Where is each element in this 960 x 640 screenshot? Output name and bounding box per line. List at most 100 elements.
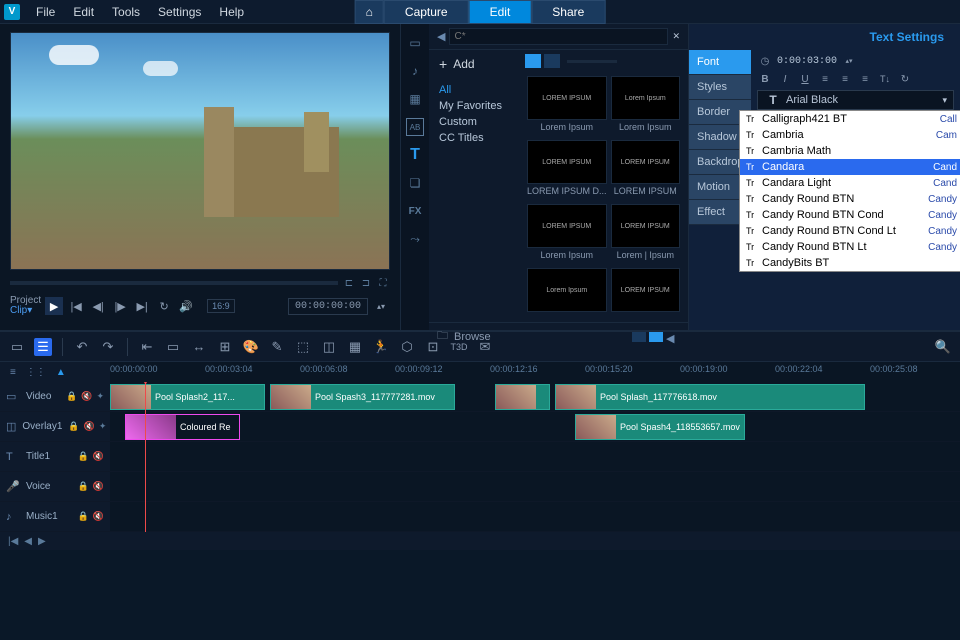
- preview-seekbar[interactable]: ⊏ ⊐ ⛶: [10, 276, 390, 290]
- nav-left-icon[interactable]: ◀: [24, 536, 32, 547]
- goto-start-button[interactable]: |◀: [67, 297, 85, 315]
- tool-6[interactable]: ✎: [268, 338, 286, 356]
- font-option[interactable]: TrCandy Round BTNCandy: [740, 191, 960, 207]
- align-center-icon[interactable]: ≡: [837, 72, 853, 86]
- filter-custom[interactable]: Custom: [439, 114, 509, 130]
- expand-icon[interactable]: ⛶: [376, 276, 390, 290]
- footer-btn-2[interactable]: [649, 332, 663, 342]
- playhead[interactable]: [145, 382, 146, 532]
- font-option[interactable]: TrCandy Round BTN CondCandy: [740, 207, 960, 223]
- underline-button[interactable]: U: [797, 72, 813, 86]
- 3d-tool[interactable]: T3D: [450, 338, 468, 356]
- volume-button[interactable]: 🔊: [177, 297, 195, 315]
- align-right-icon[interactable]: ≡: [857, 72, 873, 86]
- menu-file[interactable]: File: [28, 3, 63, 21]
- menu-settings[interactable]: Settings: [150, 3, 209, 21]
- color-tool[interactable]: 🎨: [242, 338, 260, 356]
- marker-out-icon[interactable]: ⊐: [359, 276, 373, 290]
- track-lock-icon[interactable]: 🔒: [66, 391, 77, 402]
- menu-tools[interactable]: Tools: [104, 3, 148, 21]
- title-track-icon[interactable]: T: [6, 451, 20, 463]
- step-back-button[interactable]: ◀|: [89, 297, 107, 315]
- video-clip[interactable]: Pool Spash3_117777281.mov: [270, 384, 455, 410]
- th-list-icon[interactable]: ⋮⋮: [26, 367, 46, 378]
- tool-12[interactable]: ⊡: [424, 338, 442, 356]
- th-marker-icon[interactable]: ▲: [56, 367, 66, 378]
- library-item[interactable]: Lorem IpsumLorem Ipsum: [611, 76, 680, 136]
- video-clip[interactable]: Pool Splash2_117...: [110, 384, 265, 410]
- menu-edit[interactable]: Edit: [65, 3, 102, 21]
- font-option[interactable]: TrCambria Math: [740, 143, 960, 159]
- filter-cc[interactable]: CC Titles: [439, 130, 509, 146]
- video-track-icon[interactable]: ▭: [6, 390, 20, 403]
- redo-button[interactable]: ↷: [99, 338, 117, 356]
- font-option[interactable]: TrCandara LightCand: [740, 175, 960, 191]
- motion-tool[interactable]: 🏃: [372, 338, 390, 356]
- preview-timecode[interactable]: 00:00:00:00: [288, 298, 368, 315]
- marker-in-icon[interactable]: ⊏: [342, 276, 356, 290]
- footer-btn-3[interactable]: ◀: [666, 332, 680, 342]
- filter-favorites[interactable]: My Favorites: [439, 98, 509, 114]
- title-icon[interactable]: T: [406, 146, 424, 164]
- tool-8[interactable]: ◫: [320, 338, 338, 356]
- library-item[interactable]: LOREM IPSUMLorem Ipsum: [527, 76, 607, 136]
- library-item[interactable]: LOREM IPSUM: [611, 268, 680, 318]
- loop-button[interactable]: ↻: [155, 297, 173, 315]
- menu-help[interactable]: Help: [211, 3, 252, 21]
- add-icon[interactable]: +: [439, 56, 447, 72]
- library-item[interactable]: LOREM IPSUMLorem | Ipsum: [611, 204, 680, 264]
- library-item[interactable]: LOREM IPSUMLorem Ipsum: [527, 204, 607, 264]
- video-clip[interactable]: [495, 384, 550, 410]
- font-select[interactable]: T Arial Black: [757, 90, 954, 110]
- tc-stepper[interactable]: ▴▾: [841, 54, 857, 68]
- storyboard-view-icon[interactable]: ▭: [8, 338, 26, 356]
- search-close-icon[interactable]: ✕: [672, 31, 680, 42]
- track-fx-icon[interactable]: ✦: [96, 391, 104, 402]
- tool-7[interactable]: ⬚: [294, 338, 312, 356]
- overlay-track-icon[interactable]: ◫: [6, 420, 16, 433]
- font-option[interactable]: TrCandy Round BTN LtCandy: [740, 239, 960, 255]
- overlay-clip[interactable]: Pool Spash4_118553657.mov: [575, 414, 745, 440]
- overlay-icon[interactable]: ❏: [406, 174, 424, 192]
- tool-4[interactable]: ⊞: [216, 338, 234, 356]
- nav-right-icon[interactable]: ▶: [38, 536, 46, 547]
- tool-2[interactable]: ▭: [164, 338, 182, 356]
- play-button[interactable]: ▶: [45, 297, 63, 315]
- tool-11[interactable]: ⬡: [398, 338, 416, 356]
- align-left-icon[interactable]: ≡: [817, 72, 833, 86]
- goto-end-button[interactable]: ▶|: [133, 297, 151, 315]
- th-menu-icon[interactable]: ≡: [10, 367, 16, 378]
- italic-button[interactable]: I: [777, 72, 793, 86]
- tool-1[interactable]: ⇤: [138, 338, 156, 356]
- library-item[interactable]: LOREM IPSUMLOREM IPSUM D...: [527, 140, 607, 200]
- library-search-input[interactable]: [449, 28, 668, 45]
- music-track-icon[interactable]: ♪: [6, 511, 20, 523]
- timeline-view-icon[interactable]: ☰: [34, 338, 52, 356]
- time-ruler[interactable]: 00:00:00:0000:00:03:0400:00:06:0800:00:0…: [110, 362, 960, 382]
- tab-capture[interactable]: Capture: [384, 0, 469, 24]
- media-icon[interactable]: ▭: [406, 34, 424, 52]
- tab-home[interactable]: ⌂: [355, 0, 384, 24]
- thumb-size-slider[interactable]: [567, 60, 617, 63]
- tab-share[interactable]: Share: [531, 0, 605, 24]
- voice-track-icon[interactable]: 🎤: [6, 480, 20, 493]
- track-mute-icon[interactable]: 🔇: [81, 391, 92, 402]
- video-clip[interactable]: Pool Splash_117776618.mov: [555, 384, 865, 410]
- path-icon[interactable]: ⤳: [406, 230, 424, 248]
- font-option[interactable]: TrCandy Round BTN Cond LtCandy: [740, 223, 960, 239]
- audio-icon[interactable]: ♪: [406, 62, 424, 80]
- add-label[interactable]: Add: [453, 57, 474, 71]
- font-option[interactable]: TrCalligraph421 BTCall: [740, 111, 960, 127]
- tab-edit[interactable]: Edit: [469, 0, 532, 24]
- tool-9[interactable]: ▦: [346, 338, 364, 356]
- library-item[interactable]: Lorem Ipsum: [527, 268, 607, 318]
- vertical-text-icon[interactable]: T↓: [877, 72, 893, 86]
- transition-icon[interactable]: ▦: [406, 90, 424, 108]
- nav-start-icon[interactable]: |◀: [8, 536, 18, 547]
- font-option[interactable]: TrCandyBits BT: [740, 255, 960, 271]
- stab-font[interactable]: Font: [689, 50, 751, 75]
- library-item[interactable]: LOREM IPSUMLOREM IPSUM: [611, 140, 680, 200]
- clip-dropdown[interactable]: Clip▾: [10, 306, 37, 316]
- view-grid-icon[interactable]: [525, 54, 541, 68]
- undo-button[interactable]: ↶: [73, 338, 91, 356]
